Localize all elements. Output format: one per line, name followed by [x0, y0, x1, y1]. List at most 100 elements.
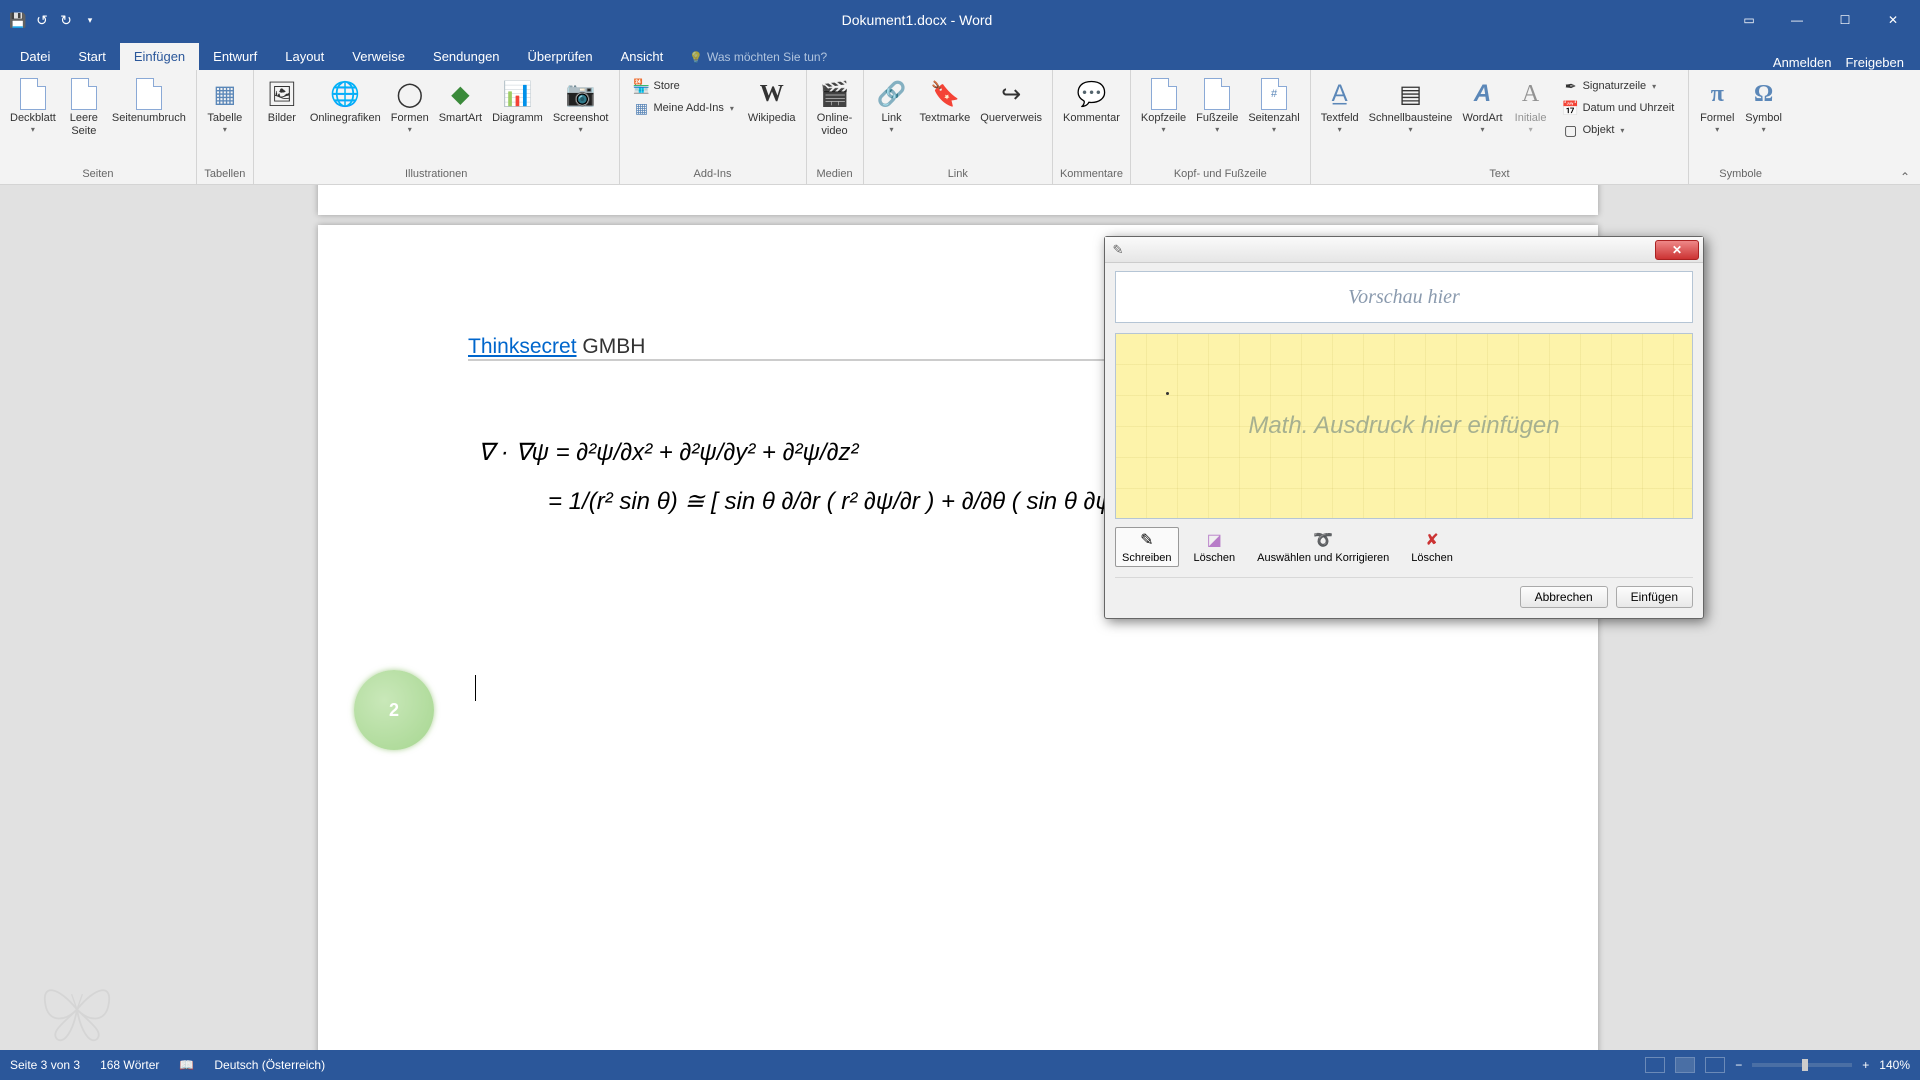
insert-button[interactable]: Einfügen [1616, 586, 1693, 608]
tab-review[interactable]: Überprüfen [514, 43, 607, 70]
ink-placeholder: Math. Ausdruck hier einfügen [1248, 412, 1559, 440]
wordart-button[interactable]: AWordArt [1458, 74, 1506, 138]
online-video-button[interactable]: 🎬Online- video [813, 74, 857, 142]
zoom-level[interactable]: 140% [1879, 1058, 1910, 1072]
tab-view[interactable]: Ansicht [607, 43, 678, 70]
link-icon: 🔗 [876, 78, 908, 110]
signin-link[interactable]: Anmelden [1773, 55, 1832, 70]
tab-insert[interactable]: Einfügen [120, 43, 199, 70]
link-button[interactable]: 🔗Link [870, 74, 914, 138]
equation-button[interactable]: πFormel [1695, 74, 1739, 138]
web-layout-icon[interactable] [1705, 1057, 1725, 1073]
group-label: Kommentare [1059, 166, 1124, 184]
shapes-icon: ◯ [394, 78, 426, 110]
page-icon [1204, 78, 1230, 110]
clear-tool[interactable]: ✘Löschen [1404, 527, 1460, 567]
tab-design[interactable]: Entwurf [199, 43, 271, 70]
online-pictures-button[interactable]: 🌐Onlinegrafiken [306, 74, 385, 129]
page-indicator[interactable]: Seite 3 von 3 [10, 1058, 80, 1072]
chart-button[interactable]: 📊Diagramm [488, 74, 547, 129]
wordart-icon: A [1467, 78, 1499, 110]
group-label: Link [870, 166, 1047, 184]
tell-me-search[interactable]: Was möchten Sie tun? [677, 44, 839, 70]
group-headerfooter: Kopfzeile Fußzeile #Seitenzahl Kopf- und… [1131, 70, 1311, 184]
cancel-button[interactable]: Abbrechen [1520, 586, 1608, 608]
screenshot-button[interactable]: 📷Screenshot [549, 74, 613, 138]
lasso-icon: ➰ [1313, 530, 1333, 550]
shapes-button[interactable]: ◯Formen [387, 74, 433, 138]
pen-icon: ✎ [1109, 241, 1127, 259]
table-icon: ▦ [209, 78, 241, 110]
wikipedia-icon: W [756, 78, 788, 110]
zoom-out-icon[interactable]: − [1735, 1058, 1742, 1072]
select-correct-tool[interactable]: ➰Auswählen und Korrigieren [1250, 527, 1396, 567]
company-link[interactable]: Thinksecret [468, 335, 577, 358]
page-break-button[interactable]: Seitenumbruch [108, 74, 190, 129]
erase-tool[interactable]: ◪Löschen [1187, 527, 1243, 567]
dialog-close-button[interactable]: ✕ [1655, 240, 1699, 260]
group-tables: ▦Tabelle Tabellen [197, 70, 254, 184]
zoom-slider[interactable] [1752, 1063, 1852, 1067]
language-indicator[interactable]: Deutsch (Österreich) [214, 1058, 325, 1072]
cover-page-button[interactable]: Deckblatt [6, 74, 60, 138]
qat-customize-icon[interactable]: ▾ [82, 12, 98, 28]
title-bar: 💾 ↺ ↻ ▾ Dokument1.docx - Word ▭ — ☐ ✕ [0, 0, 1920, 40]
tab-home[interactable]: Start [64, 43, 119, 70]
page-icon [136, 78, 162, 110]
tab-layout[interactable]: Layout [271, 43, 338, 70]
dialog-footer: Abbrechen Einfügen [1115, 577, 1693, 608]
spellcheck-icon[interactable]: 📖 [179, 1058, 194, 1072]
header-button[interactable]: Kopfzeile [1137, 74, 1190, 138]
online-picture-icon: 🌐 [329, 78, 361, 110]
quickparts-button[interactable]: ▤Schnellbausteine [1365, 74, 1457, 138]
camera-icon: 📷 [565, 78, 597, 110]
group-label: Seiten [6, 166, 190, 184]
signature-line-button[interactable]: ✒Signaturzeile▾ [1559, 76, 1679, 96]
ribbon-tabs: Datei Start Einfügen Entwurf Layout Verw… [0, 40, 1920, 70]
tab-mailings[interactable]: Sendungen [419, 43, 514, 70]
share-button[interactable]: Freigeben [1845, 55, 1904, 70]
tab-file[interactable]: Datei [6, 43, 64, 70]
tab-references[interactable]: Verweise [338, 43, 419, 70]
symbol-button[interactable]: ΩSymbol [1741, 74, 1786, 138]
word-count[interactable]: 168 Wörter [100, 1058, 159, 1072]
blank-page-button[interactable]: Leere Seite [62, 74, 106, 142]
pictures-button[interactable]: 🖼Bilder [260, 74, 304, 129]
minimize-icon[interactable]: — [1774, 5, 1820, 35]
close-icon[interactable]: ✕ [1870, 5, 1916, 35]
object-button[interactable]: ▢Objekt▾ [1559, 120, 1679, 140]
ink-input-area[interactable]: Math. Ausdruck hier einfügen [1115, 333, 1693, 519]
footer-button[interactable]: Fußzeile [1192, 74, 1242, 138]
read-mode-icon[interactable] [1645, 1057, 1665, 1073]
wikipedia-button[interactable]: WWikipedia [744, 74, 800, 129]
comment-button[interactable]: 💬Kommentar [1059, 74, 1124, 129]
group-label: Symbole [1695, 166, 1786, 184]
bookmark-button[interactable]: 🔖Textmarke [916, 74, 975, 129]
dropcap-button[interactable]: AInitiale [1509, 74, 1553, 138]
crossref-icon: ↪ [995, 78, 1027, 110]
zoom-in-icon[interactable]: + [1862, 1058, 1869, 1072]
picture-icon: 🖼 [266, 78, 298, 110]
page-icon [1151, 78, 1177, 110]
chart-icon: 📊 [501, 78, 533, 110]
store-button[interactable]: 🏪Store [630, 76, 738, 96]
maximize-icon[interactable]: ☐ [1822, 5, 1868, 35]
dialog-titlebar[interactable]: ✎ ✕ [1105, 237, 1703, 263]
quick-access-toolbar: 💾 ↺ ↻ ▾ [0, 12, 108, 28]
write-tool[interactable]: ✎Schreiben [1115, 527, 1179, 567]
ribbon-display-icon[interactable]: ▭ [1726, 5, 1772, 35]
addin-icon: ▦ [634, 100, 650, 116]
crossref-button[interactable]: ↪Querverweis [976, 74, 1046, 129]
pagenumber-button[interactable]: #Seitenzahl [1244, 74, 1303, 138]
table-button[interactable]: ▦Tabelle [203, 74, 247, 138]
date-time-button[interactable]: 📅Datum und Uhrzeit [1559, 98, 1679, 118]
save-icon[interactable]: 💾 [10, 12, 26, 28]
ink-mark [1166, 392, 1169, 395]
smartart-button[interactable]: ◆SmartArt [435, 74, 486, 129]
undo-icon[interactable]: ↺ [34, 12, 50, 28]
textbox-button[interactable]: A̲Textfeld [1317, 74, 1363, 138]
my-addins-button[interactable]: ▦Meine Add-Ins▾ [630, 98, 738, 118]
collapse-ribbon-icon[interactable]: ⌃ [1900, 166, 1920, 184]
print-layout-icon[interactable] [1675, 1057, 1695, 1073]
redo-icon[interactable]: ↻ [58, 12, 74, 28]
